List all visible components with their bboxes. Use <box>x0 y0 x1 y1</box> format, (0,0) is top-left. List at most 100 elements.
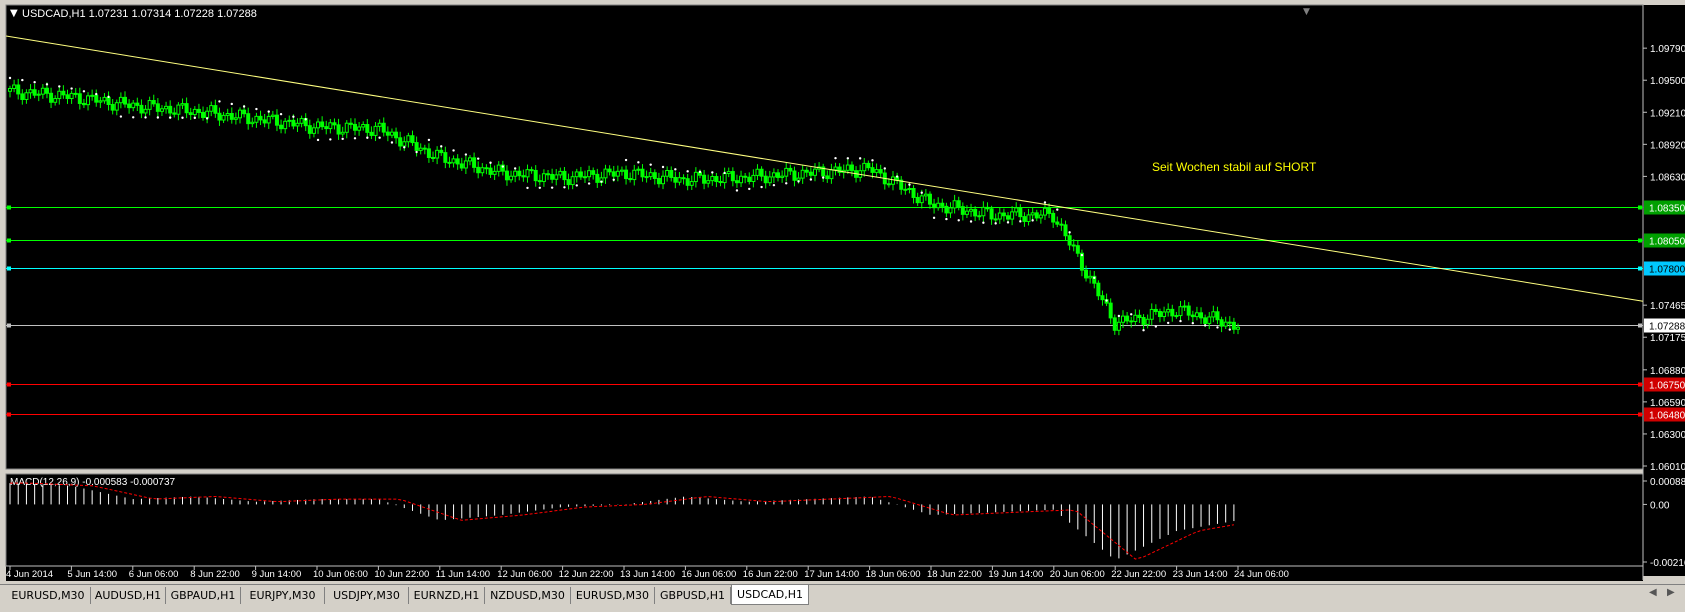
candle-body <box>151 100 156 105</box>
price-tick-label: 1.06010 <box>1650 462 1685 473</box>
candle-body <box>262 119 267 124</box>
level-handle-right[interactable] <box>1638 323 1642 328</box>
shift-marker-icon[interactable]: ▼ <box>1303 7 1310 17</box>
sar-dot <box>70 87 73 90</box>
sar-dot <box>1019 220 1022 223</box>
sar-dot <box>686 170 689 173</box>
chart-tab[interactable]: GBPUSD,H1 <box>655 587 731 604</box>
candle-body <box>1211 311 1216 318</box>
sar-dot <box>612 178 615 181</box>
sar-dot <box>489 161 492 164</box>
sar-dot <box>292 115 295 118</box>
candle-body <box>1108 302 1113 319</box>
candle-body <box>771 172 776 178</box>
candle-body <box>1199 312 1204 319</box>
candle-body <box>1034 212 1039 219</box>
macd-panel[interactable] <box>5 473 1644 567</box>
sar-dot <box>748 187 751 191</box>
candle-body <box>985 206 990 210</box>
level-handle-left[interactable] <box>7 205 11 210</box>
sar-dot <box>785 182 788 185</box>
price-tick-label: 1.07465 <box>1650 301 1685 312</box>
chart-tab[interactable]: AUDUSD,H1 <box>91 587 166 604</box>
sar-dot <box>834 156 837 160</box>
candle-body <box>940 202 945 207</box>
candle-body <box>640 168 645 178</box>
candle-body <box>566 179 571 186</box>
level-handle-right[interactable] <box>1638 205 1642 210</box>
candle-body <box>780 175 785 178</box>
chart-tab[interactable]: EURJPY,M30 <box>241 587 325 604</box>
chart-dropdown-icon[interactable]: ▼ <box>10 8 18 19</box>
sar-dot <box>45 83 49 86</box>
level-handle-right[interactable] <box>1638 412 1642 417</box>
candle-body <box>311 127 316 134</box>
chart-tab[interactable]: EURUSD,M30 <box>571 587 655 604</box>
candle-body <box>414 142 419 151</box>
price-level-label: 1.06480 <box>1649 411 1685 422</box>
level-handle-left[interactable] <box>7 382 11 387</box>
chart-tab[interactable]: USDCAD,H1 <box>731 585 809 605</box>
candle-body <box>558 170 563 176</box>
candle-body <box>550 173 555 180</box>
level-handle-left[interactable] <box>7 266 11 271</box>
candle-body <box>455 158 460 165</box>
candle-body <box>73 92 78 95</box>
level-handle-right[interactable] <box>1638 266 1642 271</box>
candle-body <box>792 170 797 181</box>
time-tick-label: 4 Jun 2014 <box>6 569 53 580</box>
macd-tick-label: 0.00 <box>1650 500 1670 511</box>
candle-body <box>81 102 86 106</box>
candle-body <box>661 175 666 185</box>
sar-dot <box>341 137 344 141</box>
time-tick-label: 20 Jun 06:00 <box>1050 569 1105 580</box>
candle-body <box>114 102 119 111</box>
time-tick-label: 16 Jun 22:00 <box>743 569 798 580</box>
sar-dot <box>21 78 24 82</box>
candle-body <box>804 169 809 173</box>
candle-body <box>180 103 185 106</box>
candle-body <box>250 121 255 125</box>
candle-body <box>1010 211 1015 220</box>
candle-body <box>578 171 583 178</box>
level-handle-left[interactable] <box>7 412 11 417</box>
chart-tab-bar: EURUSD,M30 AUDUSD,H1 GBPAUD,H1 EURJPY,M30 US… <box>0 584 1685 612</box>
chart-area[interactable]: ▼ USDCAD,H1 1.07231 1.07314 1.07228 1.072… <box>0 0 1685 584</box>
chart-symbol-title: USDCAD,H1 1.07231 1.07314 1.07228 1.0728… <box>22 8 257 20</box>
main-chart-panel[interactable] <box>5 4 1644 470</box>
chart-annotation[interactable]: Seit Wochen stabil auf SHORT <box>1152 160 1317 174</box>
candle-body <box>981 206 986 217</box>
tab-scroll-right-icon[interactable]: ▶ <box>1667 587 1675 598</box>
tab-scroll-left-icon[interactable]: ◀ <box>1649 587 1657 598</box>
candle-body <box>1121 315 1126 323</box>
sar-dot <box>538 186 542 189</box>
level-handle-left[interactable] <box>7 323 11 328</box>
level-handle-left[interactable] <box>7 238 11 243</box>
chart-tab[interactable]: GBPAUD,H1 <box>166 587 241 604</box>
candle-body <box>1030 212 1035 216</box>
level-handle-right[interactable] <box>1638 382 1642 387</box>
candle-body <box>878 169 883 174</box>
candle-body <box>903 188 908 191</box>
candle-body <box>40 87 45 95</box>
candle-body <box>90 94 95 97</box>
chart-tab[interactable]: USDJPY,M30 <box>325 587 409 604</box>
candle-body <box>1186 305 1191 316</box>
candle-body <box>504 170 509 181</box>
chart-tab[interactable]: NZDUSD,M30 <box>485 587 571 604</box>
candle-body <box>1006 215 1011 220</box>
chart-tab[interactable]: EURUSD,M30 <box>6 587 91 604</box>
candle-body <box>997 212 1002 220</box>
candle-body <box>628 178 633 181</box>
level-handle-right[interactable] <box>1638 238 1642 243</box>
candle-body <box>12 84 17 90</box>
sar-dot <box>1228 328 1231 331</box>
candle-body <box>743 175 748 178</box>
candle-body <box>1059 223 1064 226</box>
terminal-window: ▼ USDCAD,H1 1.07231 1.07314 1.07228 1.072… <box>0 0 1685 612</box>
candle-body <box>365 124 370 133</box>
candle-body <box>919 195 924 204</box>
sar-dot <box>144 116 147 119</box>
chart-tab[interactable]: EURNZD,H1 <box>409 587 485 604</box>
candle-body <box>533 169 538 182</box>
